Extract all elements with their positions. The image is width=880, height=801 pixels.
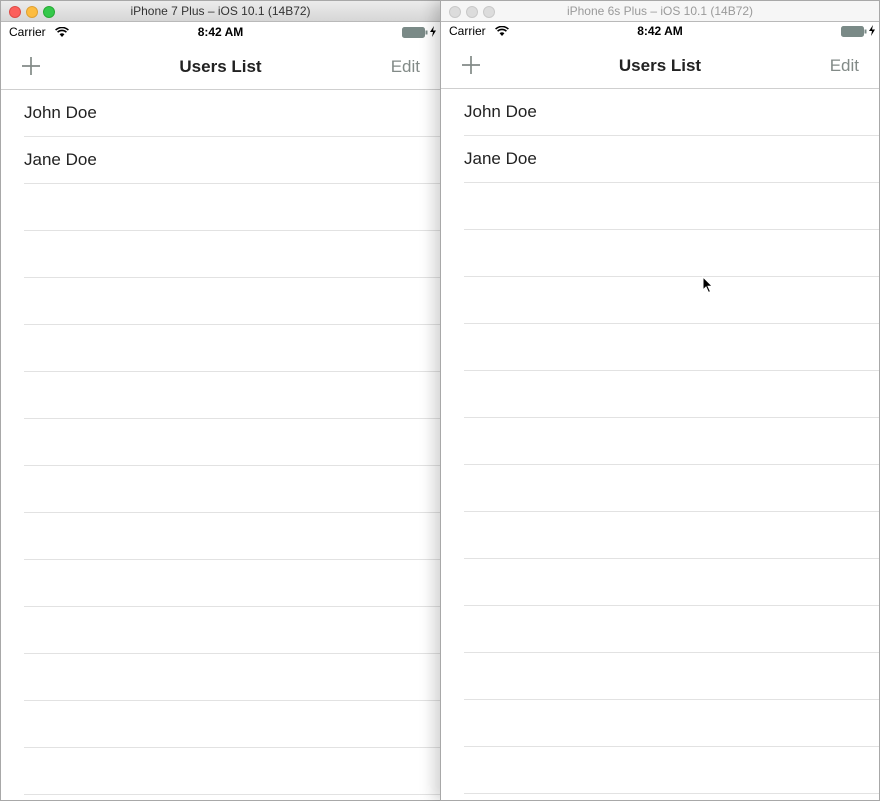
empty-table-row — [24, 419, 440, 466]
user-name: John Doe — [464, 102, 537, 121]
empty-table-row — [24, 654, 440, 701]
empty-table-row — [464, 747, 879, 794]
empty-table-row — [464, 700, 879, 747]
nav-title: Users List — [618, 56, 702, 75]
status-time: 8:42 AM — [197, 25, 244, 39]
user-name: John Doe — [24, 103, 97, 122]
empty-table-row — [464, 371, 879, 418]
status-time: 8:42 AM — [637, 24, 683, 38]
window-controls — [9, 6, 60, 18]
empty-table-row — [464, 606, 879, 653]
empty-table-row — [464, 324, 879, 371]
battery-icon — [841, 26, 867, 40]
empty-table-row — [24, 748, 440, 795]
empty-table-row — [24, 701, 440, 748]
simulator-window-iphone-7-plus: iPhone 7 Plus – iOS 10.1 (14B72) Carrier… — [0, 0, 441, 801]
window-title-bar[interactable]: iPhone 6s Plus – iOS 10.1 (14B72) — [441, 1, 879, 22]
table-row[interactable]: Jane Doe — [464, 136, 879, 183]
table-row[interactable]: John Doe — [464, 89, 879, 136]
table-row[interactable]: John Doe — [24, 90, 440, 137]
window-controls — [449, 6, 500, 18]
lightning-bolt-icon — [869, 25, 875, 39]
minimize-window-button[interactable] — [466, 6, 478, 18]
table-row[interactable]: Jane Doe — [24, 137, 440, 184]
mouse-pointer-icon — [702, 275, 714, 299]
empty-table-row — [464, 653, 879, 700]
nav-title: Users List — [179, 57, 262, 76]
empty-table-row — [24, 513, 440, 560]
zoom-window-button[interactable] — [43, 6, 55, 18]
window-title: iPhone 6s Plus – iOS 10.1 (14B72) — [566, 4, 754, 18]
empty-table-row — [24, 231, 440, 278]
empty-table-row — [24, 184, 440, 231]
empty-table-row — [464, 559, 879, 606]
navigation-bar: Users List Edit — [441, 44, 879, 89]
empty-table-row — [24, 560, 440, 607]
navigation-bar: Users List Edit — [1, 45, 440, 90]
user-name: Jane Doe — [464, 149, 537, 168]
status-bar: Carrier 8:42 AM — [1, 22, 440, 42]
empty-table-row — [24, 372, 440, 419]
empty-table-row — [24, 466, 440, 513]
edit-button[interactable]: Edit — [830, 56, 859, 76]
battery-icon — [402, 27, 428, 41]
simulator-window-iphone-6s-plus: iPhone 6s Plus – iOS 10.1 (14B72) Carrie… — [440, 0, 880, 801]
empty-table-row — [464, 512, 879, 559]
empty-table-row — [464, 230, 879, 277]
edit-button[interactable]: Edit — [391, 57, 420, 77]
empty-table-row — [24, 325, 440, 372]
lightning-bolt-icon — [430, 26, 436, 40]
users-table[interactable]: John Doe Jane Doe — [1, 90, 440, 800]
empty-table-row — [464, 465, 879, 512]
close-window-button[interactable] — [9, 6, 21, 18]
empty-table-row — [24, 278, 440, 325]
zoom-window-button[interactable] — [483, 6, 495, 18]
close-window-button[interactable] — [449, 6, 461, 18]
users-table[interactable]: John Doe Jane Doe — [441, 89, 879, 800]
empty-table-row — [464, 183, 879, 230]
window-title-bar[interactable]: iPhone 7 Plus – iOS 10.1 (14B72) — [1, 1, 440, 22]
minimize-window-button[interactable] — [26, 6, 38, 18]
empty-table-row — [464, 277, 879, 324]
status-bar: Carrier 8:42 AM — [441, 21, 879, 41]
empty-table-row — [24, 607, 440, 654]
empty-table-row — [464, 418, 879, 465]
user-name: Jane Doe — [24, 150, 97, 169]
window-title: iPhone 7 Plus – iOS 10.1 (14B72) — [130, 4, 311, 18]
